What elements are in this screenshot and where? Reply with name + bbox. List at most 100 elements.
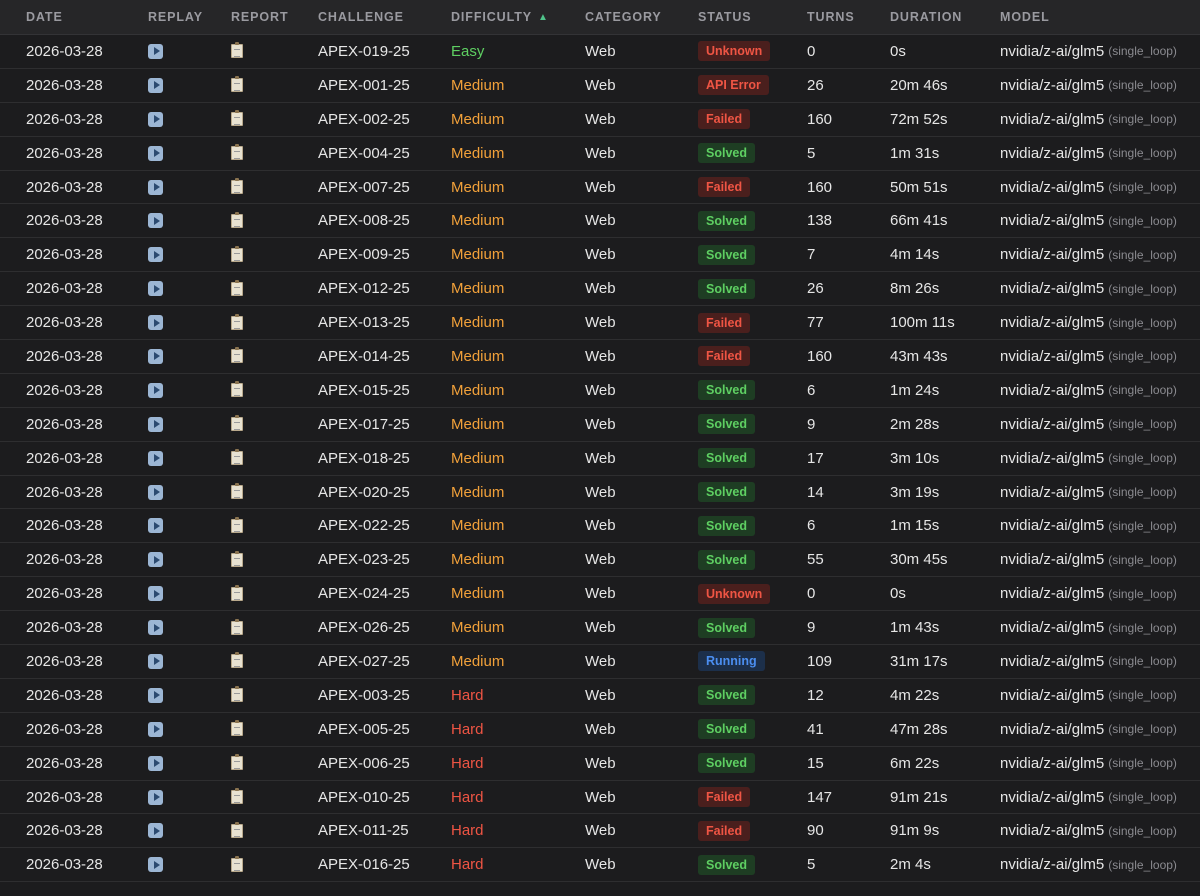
- play-icon[interactable]: [148, 315, 163, 331]
- turns-cell: 55: [807, 543, 824, 576]
- clipboard-icon[interactable]: [231, 618, 243, 635]
- status-badge: Solved: [698, 143, 755, 164]
- clipboard-icon[interactable]: [231, 584, 243, 601]
- model-name: nvidia/z-ai/glm5: [1000, 822, 1105, 840]
- clipboard-icon[interactable]: [231, 449, 243, 466]
- clipboard-icon[interactable]: [231, 821, 243, 838]
- clipboard-icon[interactable]: [231, 42, 243, 59]
- play-icon[interactable]: [148, 620, 163, 636]
- clipboard-icon[interactable]: [231, 381, 243, 398]
- table-row[interactable]: 2026-03-28 APEX-002-25 Medium Web Failed 160 7…: [0, 103, 1200, 137]
- play-icon[interactable]: [148, 179, 163, 195]
- play-icon[interactable]: [148, 518, 163, 534]
- play-icon[interactable]: [148, 857, 163, 873]
- table-row[interactable]: 2026-03-28 APEX-017-25 Medium Web Solved 9 2m …: [0, 408, 1200, 442]
- clipboard-icon[interactable]: [231, 415, 243, 432]
- table-row[interactable]: 2026-03-28 APEX-024-25 Medium Web Unknown 0 0s…: [0, 577, 1200, 612]
- play-icon[interactable]: [148, 247, 163, 263]
- status-cell: Solved: [698, 611, 755, 644]
- column-header-duration[interactable]: DURATION: [890, 0, 962, 34]
- model-cell: nvidia/z-ai/glm5 (single_loop): [1000, 204, 1177, 237]
- table-row[interactable]: 2026-03-28 APEX-016-25 Hard Web Solved 5 2m 4s…: [0, 848, 1200, 883]
- play-icon[interactable]: [148, 213, 163, 229]
- column-header-model[interactable]: MODEL: [1000, 0, 1050, 34]
- play-icon[interactable]: [148, 450, 163, 466]
- clipboard-icon[interactable]: [231, 788, 243, 805]
- play-icon[interactable]: [148, 43, 163, 59]
- table-row[interactable]: 2026-03-28 APEX-018-25 Medium Web Solved 17 3m…: [0, 442, 1200, 476]
- play-icon[interactable]: [148, 586, 163, 602]
- header-label: DIFFICULTY: [451, 10, 532, 24]
- table-row[interactable]: 2026-03-28 APEX-022-25 Medium Web Solved 6 1m …: [0, 509, 1200, 544]
- duration-cell: 66m 41s: [890, 204, 948, 237]
- play-icon[interactable]: [148, 348, 163, 364]
- table-row[interactable]: 2026-03-28 APEX-009-25 Medium Web Solved 7 4m …: [0, 238, 1200, 273]
- category-label: Web: [585, 686, 616, 704]
- clipboard-icon[interactable]: [231, 178, 243, 194]
- table-row[interactable]: 2026-03-28 APEX-005-25 Hard Web Solved 41 47m …: [0, 713, 1200, 747]
- clipboard-icon[interactable]: [231, 211, 243, 228]
- table-row[interactable]: 2026-03-28 APEX-004-25 Medium Web Solved 5 1m …: [0, 137, 1200, 171]
- table-row[interactable]: 2026-03-28 APEX-020-25 Medium Web Solved 14 3m…: [0, 476, 1200, 510]
- play-icon[interactable]: [148, 416, 163, 432]
- table-row[interactable]: 2026-03-28 APEX-027-25 Medium Web Running 109…: [0, 645, 1200, 679]
- column-header-date[interactable]: DATE: [26, 0, 63, 34]
- table-row[interactable]: 2026-03-28 APEX-008-25 Medium Web Solved 138 6…: [0, 204, 1200, 239]
- play-icon[interactable]: [148, 687, 163, 703]
- play-icon[interactable]: [148, 552, 163, 568]
- play-icon[interactable]: [148, 789, 163, 805]
- play-icon[interactable]: [148, 484, 163, 500]
- clipboard-icon[interactable]: [231, 279, 243, 296]
- table-row[interactable]: 2026-03-28 APEX-013-25 Medium Web Failed 77 10…: [0, 306, 1200, 341]
- clipboard-icon[interactable]: [231, 516, 243, 533]
- clipboard-icon[interactable]: [231, 754, 243, 771]
- play-icon[interactable]: [148, 77, 163, 93]
- date-value: 2026-03-28: [26, 551, 103, 569]
- column-header-difficulty[interactable]: DIFFICULTY ▲: [451, 0, 549, 34]
- table-row[interactable]: 2026-03-28 APEX-011-25 Hard Web Failed 90 91m …: [0, 814, 1200, 849]
- table-row[interactable]: 2026-03-28 APEX-026-25 Medium Web Solved 9 1m …: [0, 611, 1200, 646]
- clipboard-icon[interactable]: [231, 347, 243, 364]
- column-header-report[interactable]: REPORT: [231, 0, 289, 34]
- table-row[interactable]: 2026-03-28 APEX-010-25 Hard Web Failed 147 91m…: [0, 781, 1200, 815]
- clipboard-icon[interactable]: [231, 652, 243, 669]
- clipboard-icon[interactable]: [231, 483, 243, 500]
- column-header-turns[interactable]: TURNS: [807, 0, 855, 34]
- sort-ascending-icon: ▲: [537, 11, 549, 23]
- play-icon[interactable]: [148, 653, 163, 669]
- clipboard-icon[interactable]: [231, 76, 243, 93]
- clipboard-icon[interactable]: [231, 110, 243, 127]
- column-header-category[interactable]: CATEGORY: [585, 0, 662, 34]
- play-icon[interactable]: [148, 721, 163, 737]
- play-icon[interactable]: [148, 382, 163, 398]
- table-row[interactable]: 2026-03-28 APEX-001-25 Medium Web API Error 2…: [0, 69, 1200, 103]
- table-row[interactable]: 2026-03-28 APEX-023-25 Medium Web Solved 55 30…: [0, 543, 1200, 578]
- table-row[interactable]: 2026-03-28 APEX-014-25 Medium Web Failed 160 4…: [0, 340, 1200, 374]
- run-mode-tag: (single_loop): [1108, 756, 1177, 771]
- column-header-challenge[interactable]: CHALLENGE: [318, 0, 404, 34]
- play-icon[interactable]: [148, 111, 163, 127]
- column-header-status[interactable]: STATUS: [698, 0, 752, 34]
- column-header-replay[interactable]: REPLAY: [148, 0, 203, 34]
- model-name: nvidia/z-ai/glm5: [1000, 517, 1105, 535]
- clipboard-icon[interactable]: [231, 720, 243, 737]
- play-icon[interactable]: [148, 145, 163, 161]
- clipboard-icon[interactable]: [231, 686, 243, 703]
- table-row[interactable]: 2026-03-28 APEX-007-25 Medium Web Failed 160 5…: [0, 171, 1200, 205]
- play-icon[interactable]: [148, 755, 163, 771]
- run-mode-tag: (single_loop): [1108, 44, 1177, 59]
- table-row[interactable]: 2026-03-28 APEX-003-25 Hard Web Solved 12 4m 2…: [0, 679, 1200, 713]
- play-icon[interactable]: [148, 281, 163, 297]
- clipboard-icon[interactable]: [231, 855, 243, 872]
- play-icon[interactable]: [148, 823, 163, 839]
- clipboard-icon[interactable]: [231, 144, 243, 161]
- table-row[interactable]: 2026-03-28 APEX-015-25 Medium Web Solved 6 1m …: [0, 374, 1200, 408]
- clipboard-icon[interactable]: [231, 550, 243, 567]
- table-row[interactable]: 2026-03-28 APEX-019-25 Easy Web Unknown 0 0s nv…: [0, 35, 1200, 69]
- turns-cell: 5: [807, 137, 815, 170]
- clipboard-icon[interactable]: [231, 245, 243, 262]
- clipboard-icon[interactable]: [231, 313, 243, 330]
- table-row[interactable]: 2026-03-28 APEX-006-25 Hard Web Solved 15 6m 2…: [0, 747, 1200, 781]
- difficulty-label: Medium: [451, 144, 505, 162]
- table-row[interactable]: 2026-03-28 APEX-012-25 Medium Web Solved 26 8m…: [0, 272, 1200, 307]
